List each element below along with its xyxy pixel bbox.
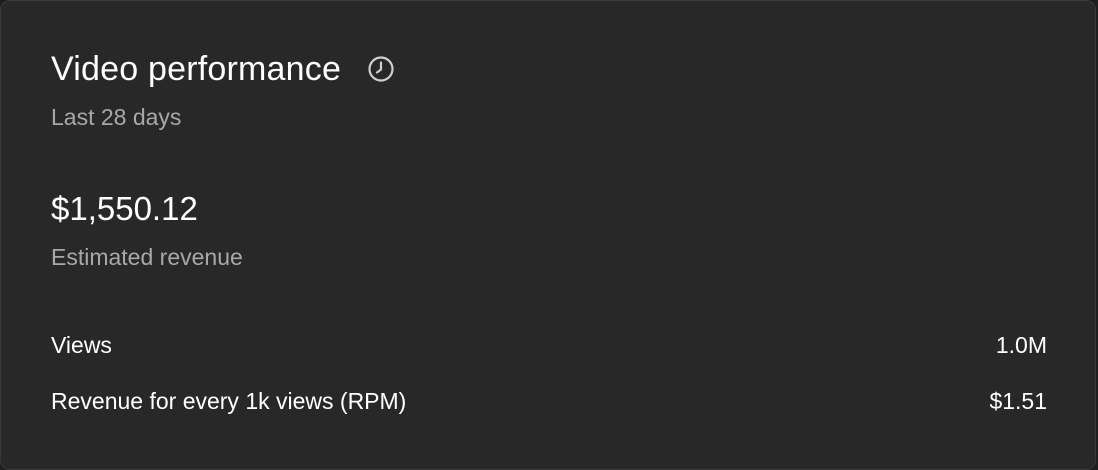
views-value: 1.0M [995,332,1047,358]
estimated-revenue-label: Estimated revenue [51,244,243,270]
card-header: Video performance [51,47,395,91]
date-range-label: Last 28 days [51,104,182,130]
estimated-revenue-value: $1,550.12 [51,190,198,227]
views-row: Views 1.0M [51,329,1047,361]
rpm-label: Revenue for every 1k views (RPM) [51,388,407,414]
clock-icon[interactable] [367,55,395,83]
card-title: Video performance [51,50,342,88]
views-label: Views [51,332,112,358]
rpm-value: $1.51 [989,388,1047,414]
rpm-row: Revenue for every 1k views (RPM) $1.51 [51,385,1047,417]
video-performance-card: Video performance Last 28 days $1,550.12… [0,0,1096,470]
